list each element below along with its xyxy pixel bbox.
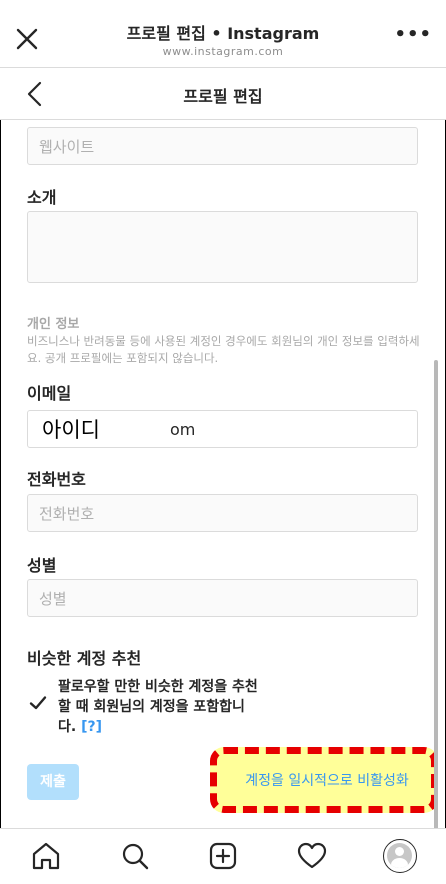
scrollbar[interactable]: [434, 360, 438, 830]
browser-url: www.instagram.com: [162, 45, 284, 58]
email-label: 이메일: [27, 384, 72, 403]
page-title: 프로필 편집: [183, 87, 263, 106]
bio-label: 소개: [27, 188, 57, 207]
browser-title: 프로필 편집 • Instagram: [126, 24, 320, 43]
suggest-checkbox[interactable]: [28, 693, 48, 713]
deactivate-account-link[interactable]: 계정을 일시적으로 비활성화: [228, 770, 426, 790]
help-link[interactable]: [?]: [81, 719, 102, 735]
new-post-icon[interactable]: [208, 841, 238, 871]
app-header: 프로필 편집: [0, 68, 446, 120]
gender-input[interactable]: 성별: [27, 579, 418, 617]
bio-textarea[interactable]: [27, 211, 418, 283]
email-redaction-text: 아이디: [42, 418, 100, 442]
home-icon[interactable]: [31, 841, 61, 871]
bottom-nav: [0, 828, 446, 884]
phone-input[interactable]: 전화번호: [27, 494, 418, 532]
suggest-label: 비슷한 계정 추천: [27, 649, 142, 668]
gender-label: 성별: [27, 556, 57, 575]
submit-button[interactable]: 제출: [27, 764, 79, 800]
avatar-placeholder-icon: [387, 843, 412, 868]
website-input[interactable]: 웹사이트: [27, 127, 418, 165]
more-icon[interactable]: •••: [394, 24, 432, 45]
email-value-suffix: om: [170, 420, 196, 439]
browser-header: 프로필 편집 • Instagram www.instagram.com •••: [0, 0, 446, 68]
search-icon[interactable]: [120, 841, 150, 871]
phone-label: 전화번호: [27, 470, 86, 489]
private-info-title: 개인 정보: [27, 317, 80, 332]
avatar[interactable]: [383, 839, 417, 873]
private-info-description: 비즈니스나 반려동물 등에 사용된 계정인 경우에도 회원님의 개인 정보를 입…: [27, 334, 420, 365]
heart-icon[interactable]: [297, 841, 327, 871]
suggest-text: 팔로우할 만한 비슷한 계정을 추천할 때 회원님의 계정을 포함합니다. [?…: [58, 677, 258, 737]
check-icon: [29, 696, 47, 710]
